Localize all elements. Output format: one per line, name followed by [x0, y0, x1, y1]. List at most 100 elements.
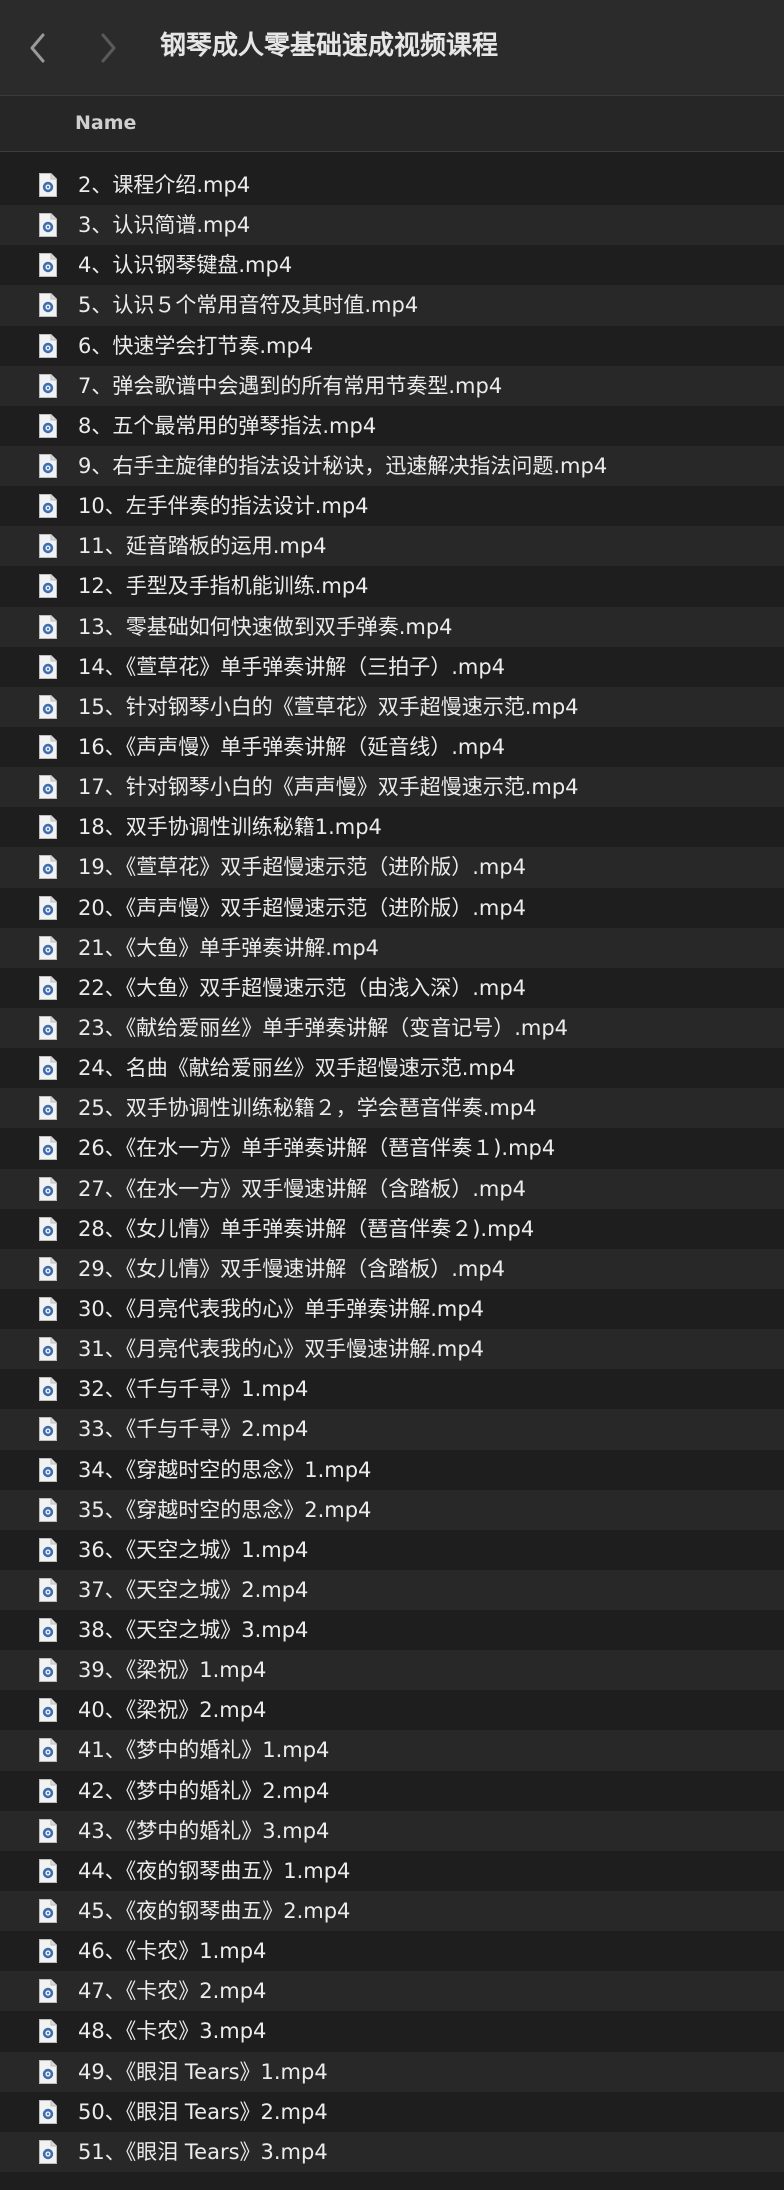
video-file-icon — [38, 1256, 58, 1282]
video-file-icon — [38, 373, 58, 399]
video-file-icon — [38, 2099, 58, 2125]
file-row[interactable]: 25、双手协调性训练秘籍２，学会琶音伴奏.mp4 — [0, 1088, 784, 1129]
back-button[interactable] — [14, 24, 62, 72]
file-name: 33、《千与千寻》2.mp4 — [78, 1417, 309, 1442]
file-row[interactable]: 17、针对钢琴小白的《声声慢》双手超慢速示范.mp4 — [0, 767, 784, 808]
chevron-right-icon — [101, 33, 116, 63]
video-file-icon — [38, 413, 58, 439]
file-row[interactable]: 37、《天空之城》2.mp4 — [0, 1569, 784, 1611]
file-row[interactable]: 14、《萱草花》单手弹奏讲解（三拍子）.mp4 — [0, 646, 784, 687]
video-file-icon — [38, 1497, 58, 1523]
file-name: 27、《在水一方》双手慢速讲解（含踏板）.mp4 — [78, 1176, 527, 1201]
file-row[interactable]: 40、《梁祝》2.mp4 — [0, 1690, 784, 1731]
file-row[interactable]: 33、《千与千寻》2.mp4 — [0, 1409, 784, 1450]
video-file-icon — [38, 654, 58, 680]
file-row[interactable]: 26、《在水一方》单手弹奏讲解（琶音伴奏１).mp4 — [0, 1128, 784, 1169]
file-row[interactable]: 51、《眼泪 Tears》3.mp4 — [0, 2131, 784, 2173]
video-file-icon — [38, 172, 58, 198]
video-file-icon — [38, 252, 58, 278]
file-row[interactable]: 34、《穿越时空的思念》1.mp4 — [0, 1449, 784, 1490]
file-name: 44、《夜的钢琴曲五》1.mp4 — [78, 1858, 351, 1883]
file-name: 45、《夜的钢琴曲五》2.mp4 — [78, 1899, 351, 1924]
file-row[interactable]: 3、认识简谱.mp4 — [0, 205, 784, 246]
video-file-icon — [38, 292, 58, 318]
file-name: 14、《萱草花》单手弹奏讲解（三拍子）.mp4 — [78, 654, 506, 679]
file-row[interactable]: 16、《声声慢》单手弹奏讲解（延音线）.mp4 — [0, 726, 784, 768]
file-row[interactable]: 50、《眼泪 Tears》2.mp4 — [0, 2091, 784, 2132]
video-file-icon — [38, 614, 58, 640]
file-row[interactable]: 13、零基础如何快速做到双手弹奏.mp4 — [0, 606, 784, 647]
file-row[interactable]: 28、《女儿情》单手弹奏讲解（琶音伴奏２).mp4 — [0, 1208, 784, 1249]
file-row[interactable]: 39、《梁祝》1.mp4 — [0, 1650, 784, 1691]
file-row[interactable]: 2、课程介绍.mp4 — [0, 165, 784, 206]
file-name: 9、右手主旋律的指法设计秘诀，迅速解决指法问题.mp4 — [78, 453, 608, 478]
file-row[interactable]: 47、《卡农》2.mp4 — [0, 1971, 784, 2012]
file-row[interactable]: 15、针对钢琴小白的《萱草花》双手超慢速示范.mp4 — [0, 686, 784, 727]
file-row[interactable]: 5、认识５个常用音符及其时值.mp4 — [0, 285, 784, 326]
video-file-icon — [38, 1376, 58, 1402]
file-row[interactable]: 8、五个最常用的弹琴指法.mp4 — [0, 405, 784, 446]
file-name: 35、《穿越时空的思念》2.mp4 — [78, 1497, 372, 1522]
video-file-icon — [38, 1055, 58, 1081]
file-name: 18、双手协调性训练秘籍1.mp4 — [78, 815, 382, 840]
video-file-icon — [38, 2059, 58, 2085]
file-row[interactable]: 27、《在水一方》双手慢速讲解（含踏板）.mp4 — [0, 1168, 784, 1209]
file-row[interactable]: 42、《梦中的婚礼》2.mp4 — [0, 1770, 784, 1811]
file-row[interactable]: 10、左手伴奏的指法设计.mp4 — [0, 486, 784, 527]
video-file-icon — [38, 774, 58, 800]
file-row[interactable]: 32、《千与千寻》1.mp4 — [0, 1369, 784, 1410]
file-name: 22、《大鱼》双手超慢速示范（由浅入深）.mp4 — [78, 975, 527, 1000]
file-name: 12、手型及手指机能训练.mp4 — [78, 574, 369, 599]
file-name: 15、针对钢琴小白的《萱草花》双手超慢速示范.mp4 — [78, 694, 579, 719]
file-row[interactable]: 45、《夜的钢琴曲五》2.mp4 — [0, 1891, 784, 1932]
file-name: 41、《梦中的婚礼》1.mp4 — [78, 1738, 330, 1763]
file-row[interactable]: 7、弹会歌谱中会遇到的所有常用节奏型.mp4 — [0, 365, 784, 406]
file-name: 50、《眼泪 Tears》2.mp4 — [78, 2099, 328, 2124]
file-row[interactable]: 21、《大鱼》单手弹奏讲解.mp4 — [0, 927, 784, 968]
forward-button[interactable] — [84, 24, 132, 72]
file-name: 31、《月亮代表我的心》双手慢速讲解.mp4 — [78, 1337, 485, 1362]
file-name: 34、《穿越时空的思念》1.mp4 — [78, 1457, 372, 1482]
file-name: 49、《眼泪 Tears》1.mp4 — [78, 2059, 328, 2084]
file-row[interactable]: 44、《夜的钢琴曲五》1.mp4 — [0, 1850, 784, 1892]
file-row[interactable]: 30、《月亮代表我的心》单手弹奏讲解.mp4 — [0, 1288, 784, 1330]
file-name: 38、《天空之城》3.mp4 — [78, 1618, 309, 1643]
file-row[interactable]: 49、《眼泪 Tears》1.mp4 — [0, 2051, 784, 2092]
file-name: 2、课程介绍.mp4 — [78, 173, 251, 197]
file-row[interactable]: 43、《梦中的婚礼》3.mp4 — [0, 1810, 784, 1851]
file-row[interactable]: 20、《声声慢》双手超慢速示范（进阶版）.mp4 — [0, 887, 784, 928]
file-row[interactable]: 38、《天空之城》3.mp4 — [0, 1610, 784, 1651]
video-file-icon — [38, 453, 58, 479]
video-file-icon — [38, 1978, 58, 2004]
file-row[interactable]: 9、右手主旋律的指法设计秘诀，迅速解决指法问题.mp4 — [0, 445, 784, 487]
file-row[interactable]: 11、延音踏板的运用.mp4 — [0, 526, 784, 567]
file-row[interactable]: 41、《梦中的婚礼》1.mp4 — [0, 1730, 784, 1771]
file-name: 37、《天空之城》2.mp4 — [78, 1577, 309, 1602]
name-column-header[interactable]: Name — [75, 110, 136, 136]
video-file-icon — [38, 1938, 58, 1964]
file-name: 17、针对钢琴小白的《声声慢》双手超慢速示范.mp4 — [78, 775, 579, 800]
file-row[interactable]: 35、《穿越时空的思念》2.mp4 — [0, 1489, 784, 1530]
file-row[interactable]: 23、《献给爱丽丝》单手弹奏讲解（变音记号）.mp4 — [0, 1007, 784, 1049]
file-row[interactable]: 31、《月亮代表我的心》双手慢速讲解.mp4 — [0, 1329, 784, 1370]
video-file-icon — [38, 1135, 58, 1161]
file-row[interactable]: 48、《卡农》3.mp4 — [0, 2011, 784, 2052]
video-file-icon — [38, 573, 58, 599]
file-row[interactable]: 22、《大鱼》双手超慢速示范（由浅入深）.mp4 — [0, 967, 784, 1008]
file-name: 40、《梁祝》2.mp4 — [78, 1698, 267, 1723]
file-row[interactable]: 46、《卡农》1.mp4 — [0, 1931, 784, 1972]
file-row[interactable]: 24、名曲《献给爱丽丝》双手超慢速示范.mp4 — [0, 1048, 784, 1089]
file-row[interactable]: 36、《天空之城》1.mp4 — [0, 1529, 784, 1570]
video-file-icon — [38, 1416, 58, 1442]
file-name: 6、快速学会打节奏.mp4 — [78, 333, 314, 358]
file-row[interactable]: 6、快速学会打节奏.mp4 — [0, 325, 784, 366]
video-file-icon — [38, 734, 58, 760]
file-row[interactable]: 19、《萱草花》双手超慢速示范（进阶版）.mp4 — [0, 847, 784, 888]
file-row[interactable]: 29、《女儿情》双手慢速讲解（含踏板）.mp4 — [0, 1248, 784, 1289]
video-file-icon — [38, 895, 58, 921]
video-file-icon — [38, 1898, 58, 1924]
file-row[interactable]: 4、认识钢琴键盘.mp4 — [0, 245, 784, 286]
file-row[interactable]: 18、双手协调性训练秘籍1.mp4 — [0, 807, 784, 848]
file-name: 28、《女儿情》单手弹奏讲解（琶音伴奏２).mp4 — [78, 1216, 535, 1241]
file-row[interactable]: 12、手型及手指机能训练.mp4 — [0, 566, 784, 607]
